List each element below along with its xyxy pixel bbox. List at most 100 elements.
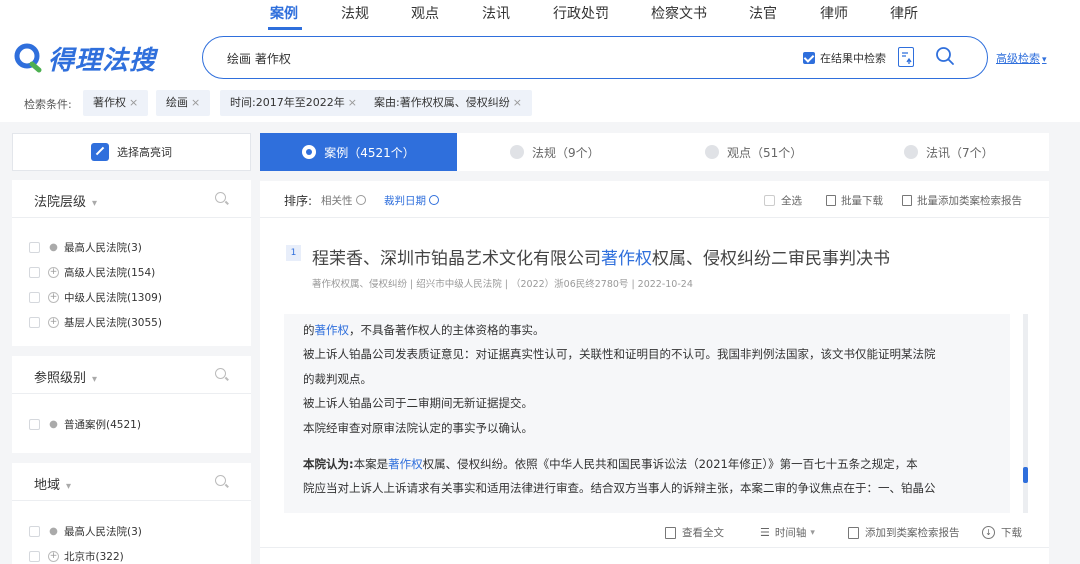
- sort-relevance[interactable]: 相关性: [321, 193, 366, 208]
- excerpt-line: 本院经审查对原审法院认定的事实予以确认。: [303, 421, 533, 435]
- search-input[interactable]: [227, 47, 787, 69]
- court-level-panel: 法院层级 ▾ ● 最高人民法院(3) + 高级人民法院(154) + 中级人民法院(13…: [12, 180, 251, 346]
- reference-option[interactable]: ● 普通案例(4521): [29, 417, 141, 432]
- reference-level-header[interactable]: 参照级别 ▾: [12, 356, 251, 394]
- close-icon: ×: [129, 96, 139, 109]
- nav-news[interactable]: 法讯: [482, 3, 510, 23]
- close-icon: ×: [191, 96, 201, 109]
- sort-down-icon: [429, 195, 440, 205]
- select-highlight-button[interactable]: 选择高亮词: [12, 133, 251, 171]
- nav-opinion[interactable]: 观点: [411, 3, 439, 23]
- scrollbar-thumb[interactable]: [1023, 467, 1028, 483]
- region-option[interactable]: ● 最高人民法院(3): [29, 524, 142, 539]
- search-icon[interactable]: [935, 46, 955, 66]
- result-index: 1: [286, 245, 301, 261]
- search-icon[interactable]: [215, 475, 226, 486]
- batch-download-button[interactable]: 批量下载: [826, 193, 883, 208]
- in-result-checkbox[interactable]: 在结果中检索: [803, 50, 886, 66]
- conditions-label: 检索条件:: [24, 98, 72, 111]
- download-icon: ↓: [982, 526, 995, 539]
- tab-laws[interactable]: 法规（9个）: [510, 133, 600, 171]
- expand-icon: +: [48, 267, 59, 278]
- download-button[interactable]: ↓ 下载: [982, 525, 1022, 540]
- filter-chip-copyright[interactable]: 著作权 ×: [83, 90, 149, 116]
- logo[interactable]: 得理法搜: [12, 38, 156, 78]
- search-icon[interactable]: [215, 368, 226, 379]
- region-panel: 地域 ▾ ● 最高人民法院(3) + 北京市(322): [12, 463, 251, 564]
- file-upload-icon[interactable]: [898, 47, 914, 67]
- court-level-header[interactable]: 法院层级 ▾: [12, 180, 251, 218]
- timeline-button[interactable]: ☰ 时间轴 ▾: [760, 525, 815, 540]
- excerpt-line: 本院认为:本案是著作权权属、侵权纠纷。依照《中华人民共和国民事诉讼法（2021年…: [303, 457, 918, 471]
- advanced-search-link[interactable]: 高级检索 ▾: [996, 50, 1047, 66]
- dot-icon: ●: [49, 419, 58, 430]
- document-icon: [665, 526, 676, 539]
- court-option[interactable]: + 中级人民法院(1309): [29, 290, 162, 305]
- case-meta: 著作权权属、侵权纠纷 | 绍兴市中级人民法院 | （2022）浙06民终2780…: [312, 279, 693, 290]
- region-option[interactable]: + 北京市(322): [29, 549, 124, 564]
- report-icon: [902, 195, 912, 206]
- case-excerpt: 的著作权，不具备著作权人的主体资格的事实。 被上诉人铂晶公司发表质证意见：对证据…: [284, 314, 1028, 513]
- radio-icon: [510, 145, 524, 159]
- filter-chip-cause[interactable]: 案由:著作权权属、侵权纠纷 ×: [364, 90, 532, 116]
- chevron-down-icon: ▾: [810, 527, 815, 538]
- chevron-down-icon: ▾: [92, 198, 98, 209]
- chevron-down-icon: ▾: [1042, 55, 1047, 65]
- batch-add-report-button[interactable]: 批量添加类案检索报告: [902, 193, 1022, 208]
- divider: [260, 547, 1049, 548]
- nav-case[interactable]: 案例: [270, 3, 298, 23]
- dot-icon: ●: [49, 242, 58, 253]
- nav-procuratorate[interactable]: 检察文书: [651, 3, 707, 23]
- expand-icon: +: [48, 317, 59, 328]
- nav-judge[interactable]: 法官: [749, 3, 777, 23]
- court-option[interactable]: + 高级人民法院(154): [29, 265, 155, 280]
- dot-icon: ●: [49, 526, 58, 537]
- sort-bar: 排序: 相关性 裁判日期 全选 批量下载 批量添加类案检索报告: [260, 181, 1049, 218]
- add-report-button[interactable]: 添加到类案检索报告: [848, 525, 960, 540]
- top-nav: 案例 法规 观点 法讯 行政处罚 检察文书 法官 律师 律所: [0, 0, 1080, 30]
- sort-circle-icon: [355, 195, 366, 205]
- filter-chip-painting[interactable]: 绘画 ×: [156, 90, 211, 116]
- sort-judgment-date[interactable]: 裁判日期: [384, 193, 440, 208]
- download-icon: [826, 195, 836, 206]
- excerpt-line: 被上诉人铂晶公司于二审期间无新证据提交。: [303, 396, 533, 410]
- chevron-down-icon: ▾: [66, 481, 72, 492]
- radio-selected-icon: [302, 145, 317, 159]
- tab-news[interactable]: 法讯（7个）: [904, 133, 994, 171]
- court-option[interactable]: ● 最高人民法院(3): [29, 240, 142, 255]
- close-icon: ×: [512, 96, 522, 109]
- select-all-checkbox[interactable]: 全选: [764, 193, 802, 208]
- expand-icon: +: [48, 292, 59, 303]
- search-conditions: 检索条件: 著作权 × 绘画 × 时间:2017年至2022年 × 案由:著作权权属、…: [0, 86, 1080, 122]
- header: 得理法搜 在结果中检索 高级检索▾: [0, 30, 1080, 86]
- expand-icon: +: [48, 551, 59, 562]
- chevron-down-icon: ▾: [92, 374, 98, 385]
- logo-mark-icon: [12, 42, 44, 74]
- nav-law[interactable]: 法规: [341, 3, 369, 23]
- timeline-icon: ☰: [760, 526, 770, 539]
- filter-chip-time[interactable]: 时间:2017年至2022年 ×: [220, 90, 367, 116]
- nav-lawyer[interactable]: 律师: [820, 3, 848, 23]
- sort-label: 排序:: [284, 194, 313, 208]
- search-box: 在结果中检索: [202, 36, 988, 79]
- excerpt-line: 的著作权，不具备著作权人的主体资格的事实。: [303, 323, 545, 337]
- checkbox-checked-icon: [803, 52, 815, 64]
- results-panel: 排序: 相关性 裁判日期 全选 批量下载 批量添加类案检索报告 1 程茉香、深圳…: [260, 181, 1049, 564]
- tab-opinions[interactable]: 观点（51个）: [705, 133, 802, 171]
- region-header[interactable]: 地域 ▾: [12, 463, 251, 501]
- court-option[interactable]: + 基层人民法院(3055): [29, 315, 162, 330]
- tab-cases[interactable]: 案例（4521个）: [260, 133, 457, 171]
- nav-admin-penalty[interactable]: 行政处罚: [553, 3, 609, 23]
- report-icon: [848, 526, 859, 539]
- in-result-label: 在结果中检索: [820, 52, 886, 65]
- excerpt-line: 的裁判观点。: [303, 372, 372, 386]
- search-icon[interactable]: [215, 192, 226, 203]
- radio-icon: [904, 145, 918, 159]
- scrollbar-track[interactable]: [1023, 314, 1028, 513]
- logo-text: 得理法搜: [48, 45, 157, 76]
- excerpt-line: 被上诉人铂晶公司发表质证意见：对证据真实性认可，关联性和证明目的不认可。我国非判…: [303, 347, 936, 361]
- nav-law-firm[interactable]: 律所: [890, 3, 918, 23]
- radio-icon: [705, 145, 719, 159]
- case-title-link[interactable]: 程茉香、深圳市铂晶艺术文化有限公司著作权权属、侵权纠纷二审民事判决书: [312, 244, 890, 269]
- view-full-button[interactable]: 查看全文: [665, 525, 724, 540]
